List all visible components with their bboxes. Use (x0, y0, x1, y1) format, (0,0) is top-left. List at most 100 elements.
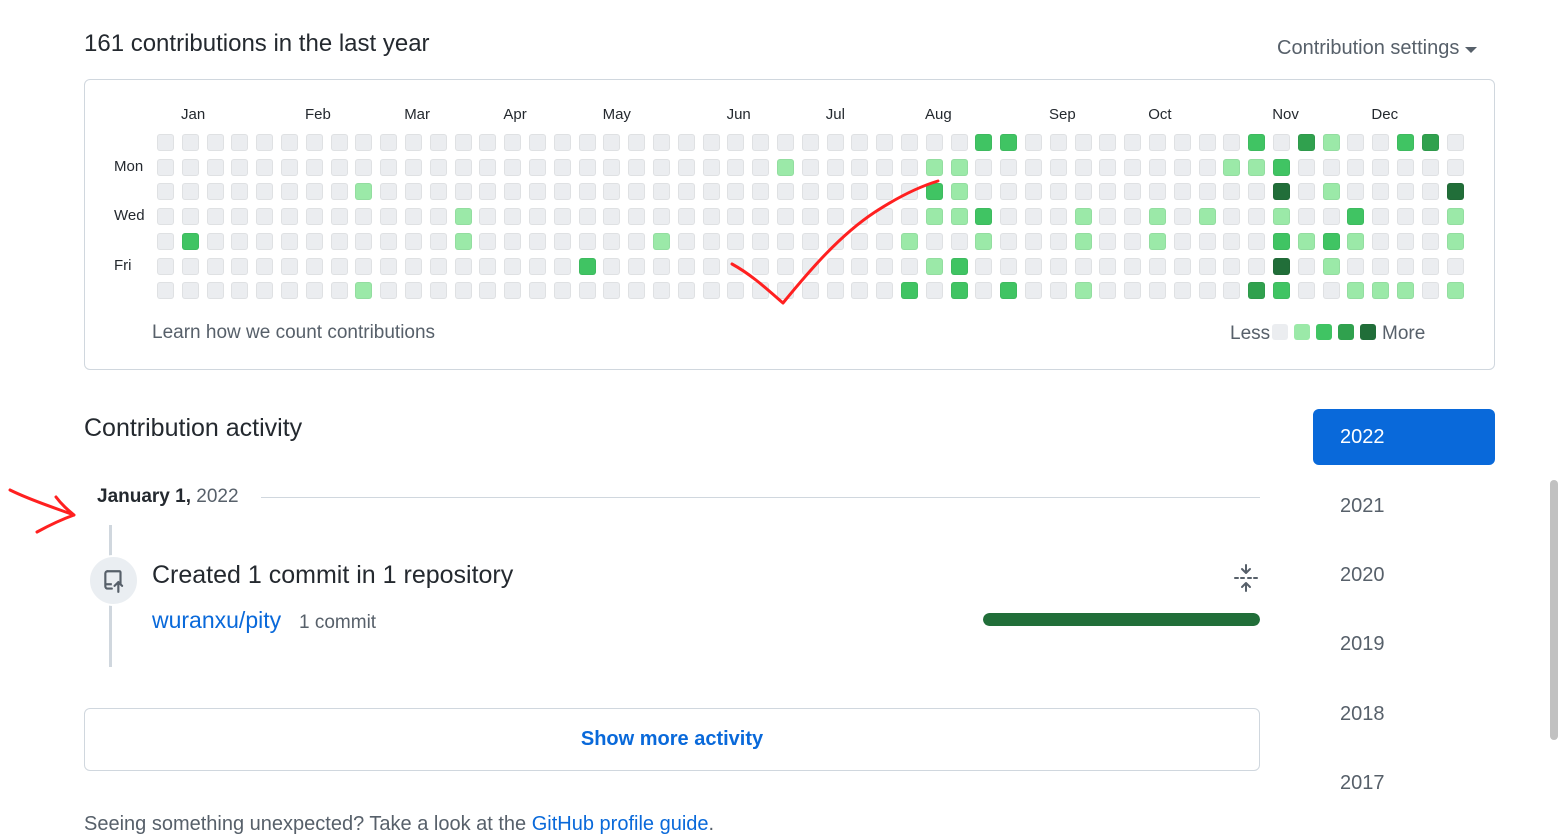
contribution-day-cell[interactable] (628, 257, 646, 275)
fold-icon[interactable] (1233, 563, 1259, 593)
contribution-day-cell[interactable] (653, 232, 670, 250)
contribution-day-cell[interactable] (256, 158, 274, 176)
contribution-day-cell[interactable] (677, 134, 695, 151)
contribution-day-cell[interactable] (876, 282, 894, 300)
contribution-day-cell[interactable] (206, 257, 224, 275)
contribution-day-cell[interactable] (1322, 282, 1340, 300)
contribution-day-cell[interactable] (1025, 208, 1042, 226)
contribution-day-cell[interactable] (578, 158, 596, 176)
contribution-day-cell[interactable] (1173, 282, 1191, 300)
contribution-day-cell[interactable] (851, 158, 869, 176)
contribution-day-cell[interactable] (1025, 183, 1042, 201)
contribution-day-cell[interactable] (281, 134, 298, 151)
contribution-day-cell[interactable] (925, 134, 943, 151)
contribution-day-cell[interactable] (553, 282, 571, 300)
year-link-2022[interactable]: 2022 (1313, 409, 1495, 465)
contribution-day-cell[interactable] (405, 257, 422, 275)
contribution-day-cell[interactable] (355, 257, 373, 275)
contribution-day-cell[interactable] (1421, 257, 1439, 275)
contribution-day-cell[interactable] (429, 208, 447, 226)
contribution-day-cell[interactable] (553, 257, 571, 275)
contribution-day-cell[interactable] (1074, 208, 1092, 226)
contribution-day-cell[interactable] (1198, 282, 1216, 300)
contribution-day-cell[interactable] (603, 257, 621, 275)
repository-link[interactable]: wuranxu/pity (152, 607, 281, 634)
contribution-day-cell[interactable] (479, 232, 497, 250)
contribution-day-cell[interactable] (231, 134, 249, 151)
contribution-day-cell[interactable] (925, 208, 943, 226)
contribution-day-cell[interactable] (1074, 134, 1092, 151)
contribution-day-cell[interactable] (1372, 183, 1390, 201)
contribution-day-cell[interactable] (1099, 208, 1117, 226)
contribution-day-cell[interactable] (380, 257, 398, 275)
contribution-day-cell[interactable] (281, 257, 298, 275)
contribution-day-cell[interactable] (603, 134, 621, 151)
contribution-day-cell[interactable] (206, 134, 224, 151)
contribution-day-cell[interactable] (1372, 134, 1390, 151)
contribution-day-cell[interactable] (727, 257, 745, 275)
contribution-day-cell[interactable] (578, 257, 596, 275)
contribution-day-cell[interactable] (1000, 257, 1018, 275)
contribution-day-cell[interactable] (1198, 208, 1216, 226)
contribution-day-cell[interactable] (1173, 257, 1191, 275)
contribution-day-cell[interactable] (330, 232, 348, 250)
contribution-day-cell[interactable] (653, 158, 670, 176)
contribution-day-cell[interactable] (653, 282, 670, 300)
contribution-day-cell[interactable] (777, 232, 794, 250)
contribution-day-cell[interactable] (925, 232, 943, 250)
contribution-day-cell[interactable] (901, 282, 918, 300)
contribution-day-cell[interactable] (479, 183, 497, 201)
contribution-day-cell[interactable] (851, 232, 869, 250)
contribution-day-cell[interactable] (727, 158, 745, 176)
contribution-day-cell[interactable] (1049, 183, 1067, 201)
contribution-day-cell[interactable] (752, 282, 770, 300)
contribution-day-cell[interactable] (653, 183, 670, 201)
contribution-day-cell[interactable] (281, 208, 298, 226)
contribution-day-cell[interactable] (826, 282, 844, 300)
contribution-day-cell[interactable] (1372, 208, 1390, 226)
contribution-day-cell[interactable] (405, 183, 422, 201)
contribution-day-cell[interactable] (330, 282, 348, 300)
contribution-day-cell[interactable] (628, 134, 646, 151)
contribution-day-cell[interactable] (603, 282, 621, 300)
contribution-day-cell[interactable] (826, 208, 844, 226)
contribution-day-cell[interactable] (454, 183, 472, 201)
contribution-day-cell[interactable] (702, 232, 720, 250)
contribution-day-cell[interactable] (1397, 134, 1414, 151)
contribution-day-cell[interactable] (950, 232, 968, 250)
contribution-day-cell[interactable] (206, 282, 224, 300)
contribution-day-cell[interactable] (1198, 257, 1216, 275)
contribution-day-cell[interactable] (1322, 134, 1340, 151)
contribution-day-cell[interactable] (1099, 134, 1117, 151)
contribution-day-cell[interactable] (653, 134, 670, 151)
contribution-day-cell[interactable] (405, 158, 422, 176)
contribution-day-cell[interactable] (1198, 134, 1216, 151)
contribution-day-cell[interactable] (1124, 158, 1142, 176)
contribution-day-cell[interactable] (677, 183, 695, 201)
contribution-day-cell[interactable] (1372, 282, 1390, 300)
contribution-day-cell[interactable] (1273, 232, 1290, 250)
contribution-day-cell[interactable] (1397, 257, 1414, 275)
contribution-day-cell[interactable] (1372, 232, 1390, 250)
contribution-day-cell[interactable] (380, 134, 398, 151)
contribution-day-cell[interactable] (1223, 158, 1241, 176)
contribution-day-cell[interactable] (1025, 257, 1042, 275)
contribution-day-cell[interactable] (1297, 257, 1315, 275)
contribution-day-cell[interactable] (901, 232, 918, 250)
contribution-day-cell[interactable] (702, 257, 720, 275)
contribution-day-cell[interactable] (281, 232, 298, 250)
contribution-day-cell[interactable] (181, 257, 199, 275)
contribution-day-cell[interactable] (1347, 183, 1365, 201)
contribution-day-cell[interactable] (777, 183, 794, 201)
contribution-day-cell[interactable] (702, 183, 720, 201)
contribution-day-cell[interactable] (1049, 232, 1067, 250)
contribution-day-cell[interactable] (1000, 282, 1018, 300)
contribution-day-cell[interactable] (1223, 282, 1241, 300)
contribution-day-cell[interactable] (157, 208, 174, 226)
contribution-day-cell[interactable] (157, 282, 174, 300)
contribution-day-cell[interactable] (305, 208, 323, 226)
contribution-day-cell[interactable] (1173, 183, 1191, 201)
contribution-day-cell[interactable] (901, 257, 918, 275)
contribution-day-cell[interactable] (1025, 134, 1042, 151)
contribution-day-cell[interactable] (1273, 134, 1290, 151)
